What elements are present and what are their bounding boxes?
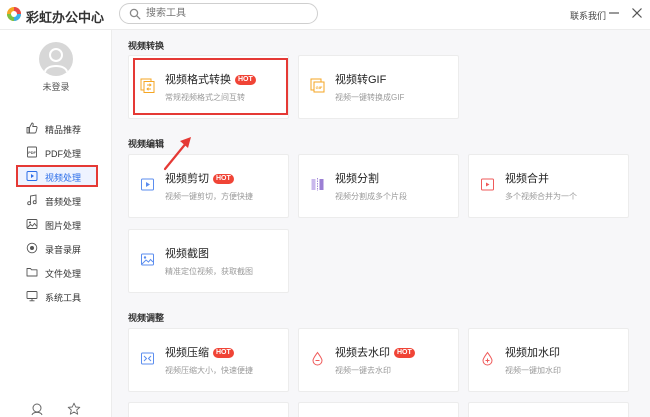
hot-badge: HOT — [213, 174, 234, 184]
video-split-icon — [311, 178, 324, 191]
sidebar-item-label: 视频处理 — [45, 173, 82, 183]
avatar[interactable] — [39, 42, 73, 76]
hot-badge: HOT — [213, 348, 234, 358]
main-content: 视频转换 视频格式转换 HOT 常规视频格式之间互转 GIF 视频转GIF 视频一… — [112, 30, 650, 417]
sidebar-item-files[interactable]: 文件处理 — [16, 261, 98, 283]
section-title-video-adjust: 视频调整 — [128, 313, 165, 323]
pdf-icon: PDF — [27, 146, 37, 158]
app-title: 彩虹办公中心 — [26, 10, 105, 25]
sidebar-item-label: 文件处理 — [45, 269, 82, 279]
sidebar-item-label: 精品推荐 — [45, 125, 82, 135]
tool-card-video-cut[interactable]: 视频剪切 HOT 视频一键剪切，方便快捷 — [128, 154, 289, 218]
sidebar-item-system[interactable]: 系统工具 — [16, 285, 98, 307]
app-logo-icon — [7, 7, 21, 21]
record-icon — [26, 242, 38, 254]
card-description: 视频分割成多个片段 — [335, 192, 407, 201]
annotation-arrow-icon — [163, 137, 191, 171]
card-description: 精准定位视频，获取截图 — [165, 267, 253, 276]
sidebar: 未登录 精品推荐 PDF PDF处理 视频处理 音频处理 图片处理 录音录屏 文… — [0, 30, 112, 417]
add-watermark-icon — [482, 351, 493, 366]
image-icon — [26, 219, 38, 229]
thumbs-up-icon — [26, 122, 38, 134]
tool-card-video-compress[interactable]: 视频压缩 HOT 视频压缩大小，快速便捷 — [128, 328, 289, 392]
sidebar-item-recording[interactable]: 录音录屏 — [16, 237, 98, 259]
customer-service-icon[interactable] — [30, 402, 44, 416]
tool-card-video-merge[interactable]: 视频合并 多个视频合并为一个 — [468, 154, 629, 218]
svg-text:GIF: GIF — [316, 85, 323, 90]
section-title-video-edit: 视频编辑 — [128, 139, 165, 149]
folder-icon — [26, 268, 38, 277]
search-input[interactable] — [146, 6, 306, 21]
minimize-icon[interactable] — [608, 6, 620, 20]
card-title: 视频截图 — [165, 248, 209, 260]
sidebar-item-label: PDF处理 — [45, 149, 82, 159]
compress-icon — [141, 352, 154, 365]
tool-card-video-to-gif[interactable]: GIF 视频转GIF 视频一键转换成GIF — [298, 55, 459, 119]
tool-card-partial[interactable] — [128, 402, 289, 417]
login-status[interactable]: 未登录 — [0, 80, 112, 93]
card-description: 视频一键去水印 — [335, 366, 391, 375]
card-title: 视频分割 — [335, 173, 379, 185]
video-icon — [26, 171, 38, 181]
tool-card-video-screenshot[interactable]: 视频截图 精准定位视频，获取截图 — [128, 229, 289, 293]
card-title: 视频剪切 HOT — [165, 170, 234, 186]
card-title: 视频去水印 HOT — [335, 344, 415, 360]
annotation-highlight-box — [133, 58, 288, 115]
video-cut-icon — [141, 178, 154, 191]
tool-card-video-split[interactable]: 视频分割 视频分割成多个片段 — [298, 154, 459, 218]
tool-card-video-add-watermark[interactable]: 视频加水印 视频一键加水印 — [468, 328, 629, 392]
screenshot-icon — [141, 253, 154, 266]
music-note-icon — [27, 194, 37, 206]
sidebar-item-pdf[interactable]: PDF PDF处理 — [16, 141, 98, 163]
monitor-icon — [26, 291, 38, 302]
gif-icon: GIF — [310, 78, 325, 93]
search-icon — [129, 8, 141, 20]
card-title: 视频转GIF — [335, 74, 387, 86]
tool-card-video-remove-watermark[interactable]: 视频去水印 HOT 视频一键去水印 — [298, 328, 459, 392]
sidebar-item-label: 系统工具 — [45, 293, 82, 303]
user-icon — [44, 48, 68, 73]
card-description: 多个视频合并为一个 — [505, 192, 577, 201]
contact-us-link[interactable]: 联系我们 — [570, 9, 606, 22]
svg-text:PDF: PDF — [28, 151, 36, 155]
section-title-video-convert: 视频转换 — [128, 41, 165, 51]
sidebar-item-video[interactable]: 视频处理 — [16, 165, 98, 187]
hot-badge: HOT — [394, 348, 415, 358]
card-title: 视频压缩 HOT — [165, 344, 234, 360]
card-description: 视频压缩大小，快速便捷 — [165, 366, 253, 375]
card-description: 视频一键剪切，方便快捷 — [165, 192, 253, 201]
title-bar: 彩虹办公中心 联系我们 — [0, 0, 650, 30]
sidebar-item-label: 录音录屏 — [45, 245, 82, 255]
tool-card-partial[interactable] — [468, 402, 629, 417]
card-description: 视频一键加水印 — [505, 366, 561, 375]
sidebar-item-recommended[interactable]: 精品推荐 — [16, 117, 98, 139]
search-box[interactable] — [119, 3, 318, 24]
sidebar-item-label: 图片处理 — [45, 221, 82, 231]
video-merge-icon — [481, 178, 494, 191]
remove-watermark-icon — [312, 351, 323, 366]
close-icon[interactable] — [630, 6, 644, 20]
sidebar-item-audio[interactable]: 音频处理 — [16, 189, 98, 211]
card-title: 视频合并 — [505, 173, 549, 185]
star-icon[interactable] — [67, 402, 81, 416]
card-description: 视频一键转换成GIF — [335, 93, 405, 102]
tool-card-partial[interactable] — [298, 402, 459, 417]
sidebar-item-image[interactable]: 图片处理 — [16, 213, 98, 235]
card-title: 视频加水印 — [505, 347, 560, 359]
sidebar-item-label: 音频处理 — [45, 197, 82, 207]
